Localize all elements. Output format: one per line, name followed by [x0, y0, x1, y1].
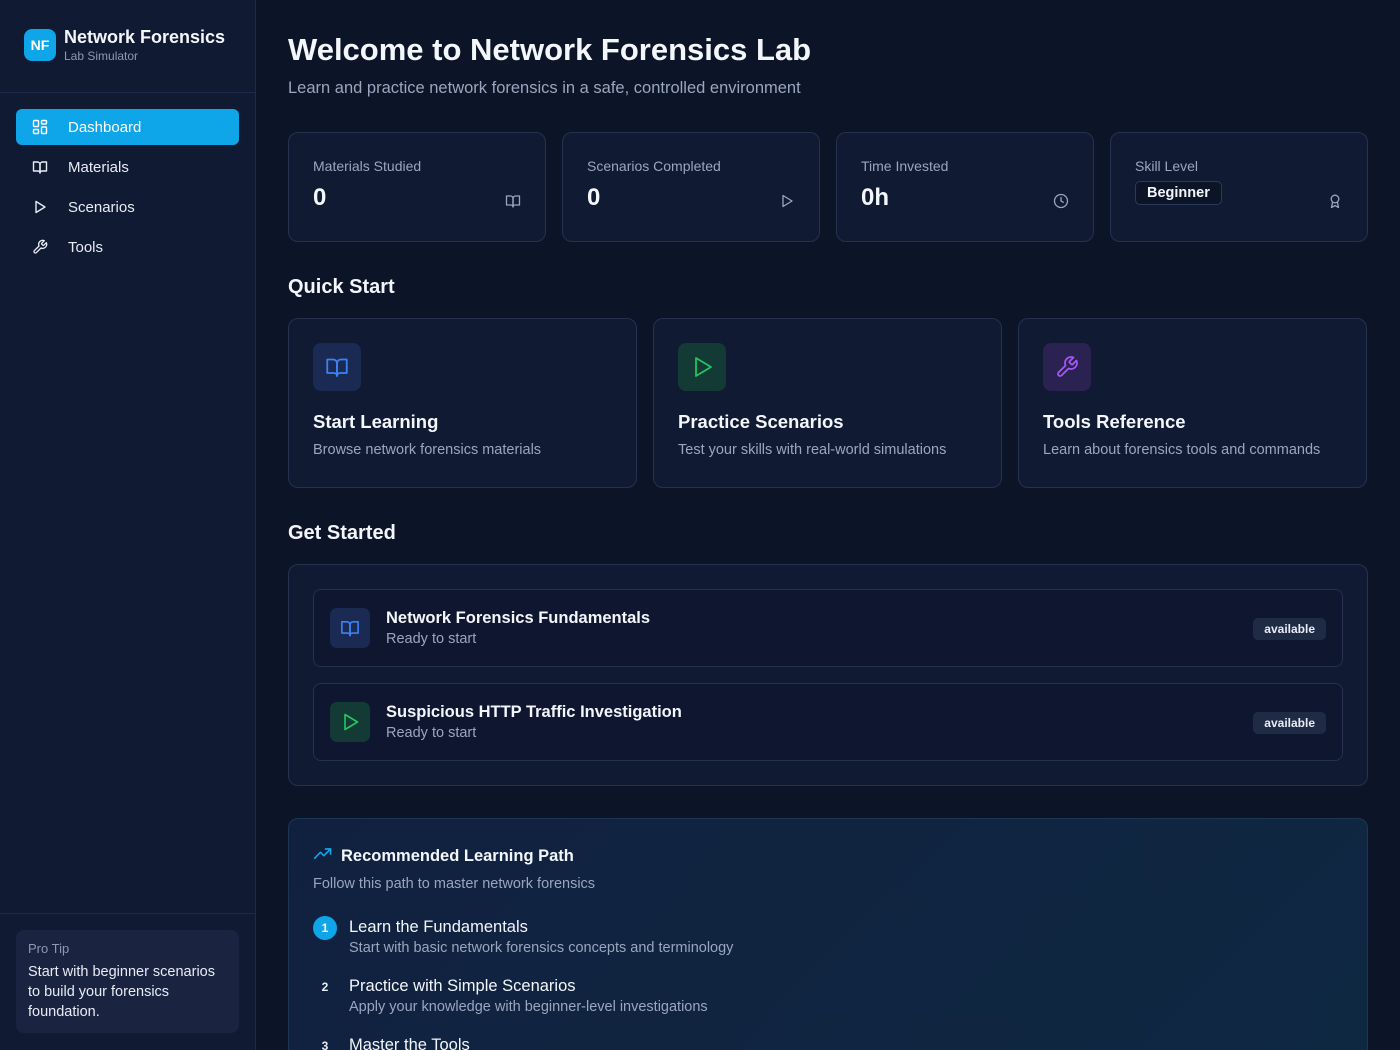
get-started-title: Get Started [288, 522, 396, 544]
sidebar-divider [0, 913, 255, 914]
award-icon [1327, 193, 1343, 209]
skill-level-badge: Beginner [1135, 181, 1222, 205]
page-title: Welcome to Network Forensics Lab [288, 32, 812, 67]
learning-step: 1 Learn the Fundamentals Start with basi… [313, 916, 1343, 958]
learning-path-card: Recommended Learning Path Follow this pa… [288, 818, 1368, 1050]
quick-card-desc: Learn about forensics tools and commands [1043, 442, 1321, 458]
quick-card-title: Tools Reference [1043, 411, 1186, 432]
stat-value: 0h [861, 184, 890, 211]
play-icon [779, 193, 795, 209]
step-title: Learn the Fundamentals [349, 918, 528, 936]
stat-card-skill: Skill Level Beginner [1110, 132, 1368, 242]
step-title: Master the Tools [349, 1036, 470, 1050]
sidebar-item-label: Dashboard [68, 118, 142, 136]
list-item[interactable]: Network Forensics Fundamentals Ready to … [313, 589, 1343, 667]
learning-path-steps: 1 Learn the Fundamentals Start with basi… [313, 916, 1343, 1050]
stat-label: Time Invested [861, 158, 949, 174]
quick-card-title: Practice Scenarios [678, 411, 844, 432]
step-desc: Apply your knowledge with beginner-level… [349, 999, 708, 1015]
stat-card-time: Time Invested 0h [836, 132, 1094, 242]
wrench-icon [1043, 343, 1091, 391]
brand[interactable]: NF Network Forensics Lab Simulator [24, 26, 225, 64]
page-subtitle: Learn and practice network forensics in … [288, 79, 801, 97]
stat-label: Materials Studied [313, 158, 422, 174]
sidebar-item-label: Tools [68, 238, 104, 256]
list-item[interactable]: Suspicious HTTP Traffic Investigation Re… [313, 683, 1343, 761]
book-icon [330, 608, 370, 648]
stat-value: 0 [587, 184, 601, 211]
stat-card-scenarios: Scenarios Completed 0 [562, 132, 820, 242]
quick-card-start-learning[interactable]: Start Learning Browse network forensics … [288, 318, 637, 488]
list-item-status: Ready to start [386, 631, 477, 647]
step-number: 2 [321, 980, 329, 994]
stat-card-materials: Materials Studied 0 [288, 132, 546, 242]
sidebar-item-label: Scenarios [68, 198, 135, 216]
stat-label: Skill Level [1135, 158, 1199, 174]
brand-logo: NF [24, 29, 56, 61]
quick-start-title: Quick Start [288, 276, 395, 298]
dashboard-icon [32, 119, 48, 135]
play-icon [330, 702, 370, 742]
step-desc: Start with basic network forensics conce… [349, 940, 734, 956]
quick-card-desc: Browse network forensics materials [313, 442, 542, 458]
stat-label: Scenarios Completed [587, 158, 721, 174]
pro-tip-label: Pro Tip [28, 941, 70, 956]
sidebar-item-materials[interactable]: Materials [16, 149, 239, 185]
step-number: 3 [321, 1039, 329, 1050]
stat-value: 0 [313, 184, 327, 211]
get-started-list: Network Forensics Fundamentals Ready to … [288, 564, 1368, 786]
sidebar: NF Network Forensics Lab Simulator Dashb… [0, 0, 256, 1050]
wrench-icon [32, 239, 48, 255]
sidebar-item-scenarios[interactable]: Scenarios [16, 189, 239, 225]
trending-up-icon [313, 844, 333, 869]
book-icon [505, 193, 521, 209]
learning-step: 2 Practice with Simple Scenarios Apply y… [313, 975, 1343, 1017]
stats-row: Materials Studied 0 Scenarios Completed … [288, 132, 1368, 242]
quick-card-title: Start Learning [313, 411, 439, 432]
status-badge: available [1253, 618, 1326, 640]
quick-start-cards: Start Learning Browse network forensics … [288, 318, 1368, 488]
clock-icon [1053, 193, 1069, 209]
pro-tip-text: Start with beginner scenarios to build y… [28, 964, 215, 1020]
sidebar-divider [0, 92, 255, 93]
sidebar-item-dashboard[interactable]: Dashboard [16, 109, 239, 145]
learning-path-subtitle: Follow this path to master network foren… [313, 876, 596, 892]
brand-subtitle: Lab Simulator [64, 49, 139, 63]
book-icon [313, 343, 361, 391]
learning-step: 3 Master the Tools [313, 1034, 1343, 1050]
sidebar-nav: Dashboard Materials Scenarios Tools [16, 109, 239, 269]
quick-card-desc: Test your skills with real-world simulat… [678, 442, 947, 458]
sidebar-item-label: Materials [68, 158, 129, 176]
book-icon [32, 159, 48, 175]
list-item-status: Ready to start [386, 725, 477, 741]
quick-card-practice-scenarios[interactable]: Practice Scenarios Test your skills with… [653, 318, 1002, 488]
list-item-title: Network Forensics Fundamentals [386, 609, 651, 627]
quick-card-tools-reference[interactable]: Tools Reference Learn about forensics to… [1018, 318, 1367, 488]
brand-title: Network Forensics [64, 27, 226, 47]
learning-path-title: Recommended Learning Path [341, 847, 574, 865]
play-icon [678, 343, 726, 391]
play-icon [32, 199, 48, 215]
step-title: Practice with Simple Scenarios [349, 977, 576, 995]
step-number: 1 [313, 916, 337, 940]
sidebar-item-tools[interactable]: Tools [16, 229, 239, 265]
list-item-title: Suspicious HTTP Traffic Investigation [386, 703, 682, 721]
status-badge: available [1253, 712, 1326, 734]
pro-tip-card: Pro Tip Start with beginner scenarios to… [16, 930, 239, 1033]
